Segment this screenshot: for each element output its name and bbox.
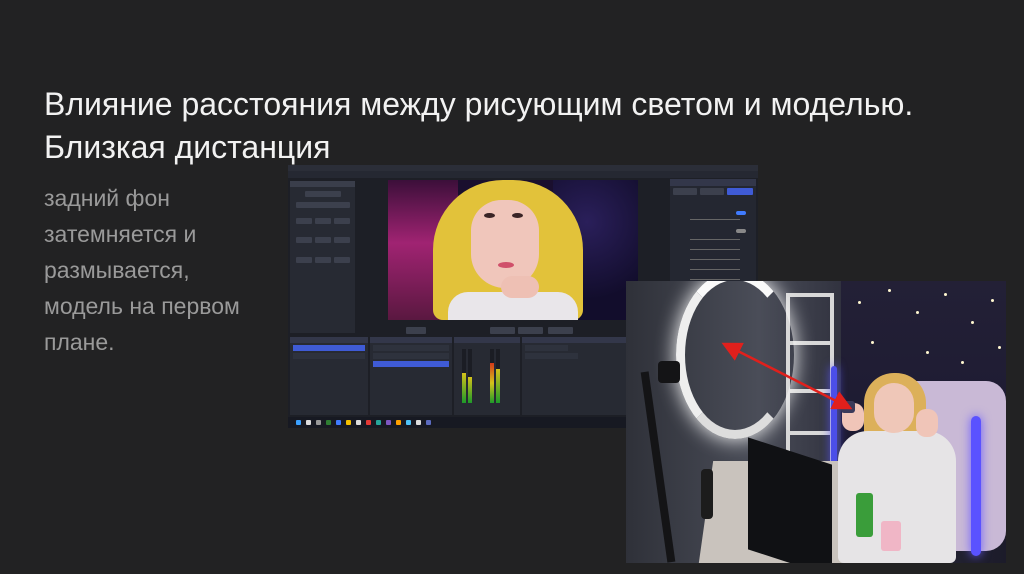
obs-transition-select [525, 345, 568, 351]
obs-dock-header [370, 337, 452, 343]
obs-slider [690, 219, 740, 220]
taskbar-app-icon [356, 420, 361, 425]
obs-button [296, 218, 312, 224]
taskbar-app-icon [396, 420, 401, 425]
audio-meter [462, 349, 466, 403]
obs-scene-item [293, 353, 365, 359]
taskbar-app-icon [336, 420, 341, 425]
obs-button [548, 327, 573, 334]
obs-slider [690, 269, 740, 270]
obs-slider [690, 259, 740, 260]
obs-preview-controls [368, 326, 668, 335]
preview-model-hand [501, 276, 539, 298]
taskbar-app-icon [406, 420, 411, 425]
preview-model-face [471, 200, 539, 288]
taskbar-app-icon [426, 420, 431, 425]
obs-button [334, 237, 350, 243]
taskbar-app-icon [416, 420, 421, 425]
obs-scenes-dock [290, 337, 368, 415]
preview-model-eye [512, 213, 523, 218]
obs-button [305, 191, 341, 197]
obs-dock-header [522, 337, 632, 343]
obs-toggle [736, 229, 746, 233]
start-icon [296, 420, 301, 425]
obs-dock-header [454, 337, 520, 343]
obs-right-panel-header [670, 179, 756, 186]
obs-button [334, 218, 350, 224]
obs-button [296, 237, 312, 243]
taskbar-app-icon [346, 420, 351, 425]
obs-source-item [373, 353, 449, 359]
taskbar-app-icon [366, 420, 371, 425]
obs-button [296, 257, 312, 263]
obs-left-panel-header [290, 181, 355, 187]
preview-model-eye [484, 213, 495, 218]
obs-source-item [373, 345, 449, 351]
obs-button [334, 257, 350, 263]
obs-tab [673, 188, 697, 195]
obs-sources-dock [370, 337, 452, 415]
obs-transition-duration [525, 353, 578, 359]
obs-button [315, 237, 331, 243]
obs-scene-item [293, 345, 365, 351]
obs-button [296, 202, 350, 208]
obs-dock-header [290, 337, 368, 343]
obs-mixer-dock [454, 337, 520, 415]
obs-button [518, 327, 543, 334]
obs-slider [690, 279, 740, 280]
obs-toggle [736, 211, 746, 215]
obs-button [315, 257, 331, 263]
audio-meter [490, 349, 494, 403]
obs-button [490, 327, 515, 334]
audio-meter [496, 349, 500, 403]
obs-preview [388, 180, 638, 320]
taskbar-app-icon [326, 420, 331, 425]
audio-meter [468, 349, 472, 403]
obs-button [406, 327, 426, 334]
taskbar-app-icon [386, 420, 391, 425]
distance-arrow [721, 342, 853, 410]
obs-transitions-dock [522, 337, 632, 415]
obs-slider [690, 249, 740, 250]
slide-body-text: задний фон затемняется и размывается, мо… [44, 185, 240, 355]
search-icon [306, 420, 311, 425]
slide-title: Влияние расстояния между рисующим светом… [44, 86, 914, 166]
taskbar-app-icon [316, 420, 321, 425]
studio-photo [626, 281, 1006, 563]
arrow-line [721, 342, 853, 410]
obs-tab [700, 188, 724, 195]
obs-menubar [288, 171, 758, 178]
obs-left-panel [290, 181, 355, 333]
preview-model-lips [498, 262, 514, 268]
obs-slider [690, 239, 740, 240]
obs-tab-active [727, 188, 753, 195]
obs-button [315, 218, 331, 224]
taskbar-app-icon [376, 420, 381, 425]
obs-source-item [373, 361, 449, 367]
